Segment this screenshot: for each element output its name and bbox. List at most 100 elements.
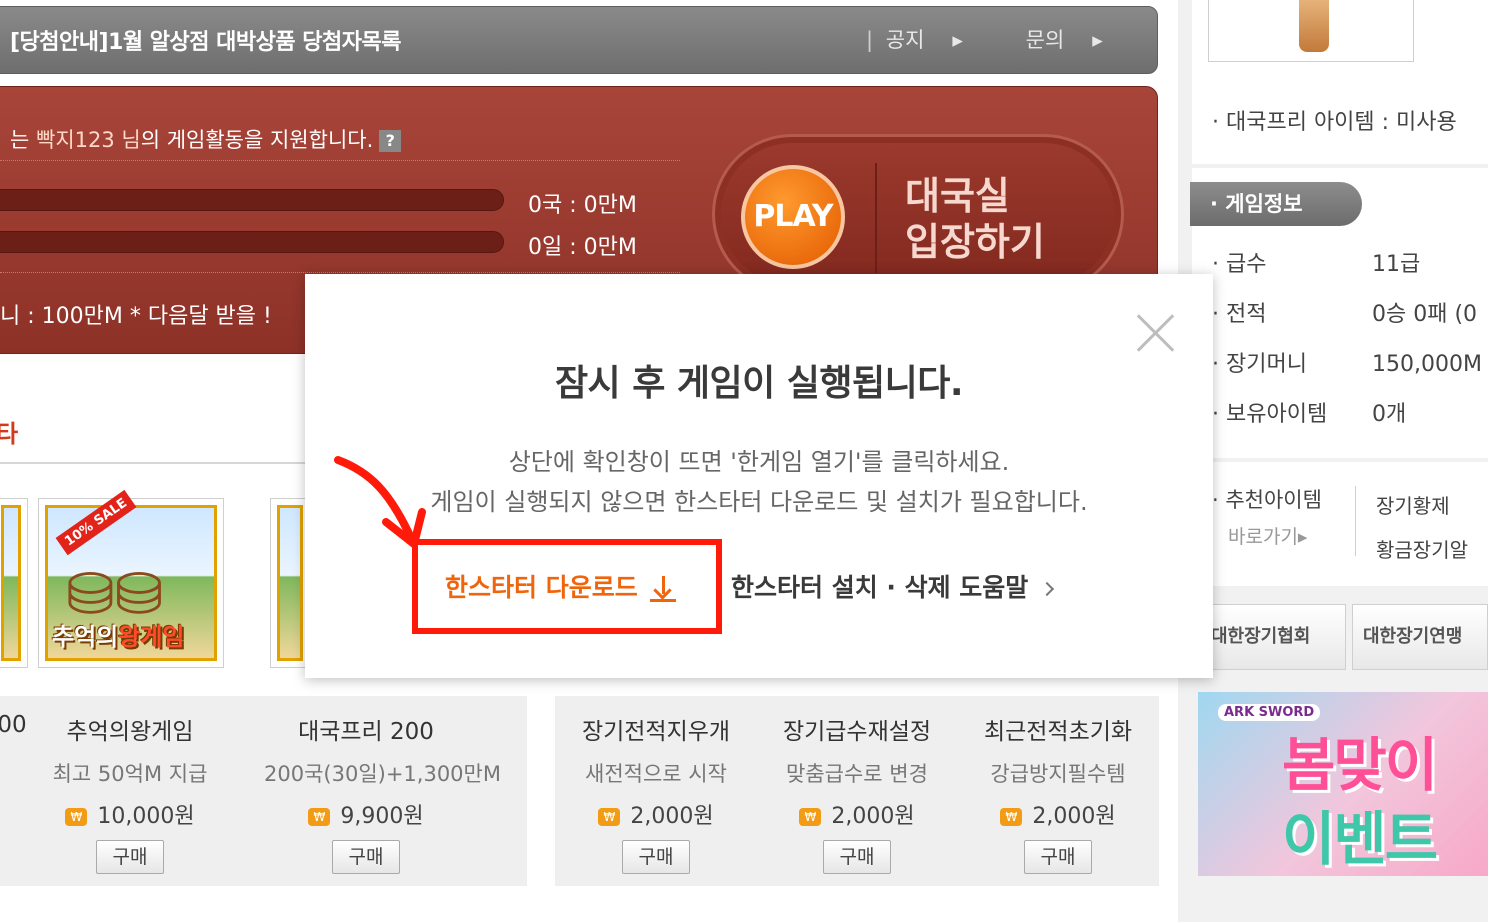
recommend-label: · 추천아이템: [1212, 488, 1322, 512]
play-divider: [875, 163, 877, 273]
product-thumbnail-memory-king[interactable]: 10% SALE ⛁⛁ 추억의왕게임: [38, 489, 224, 668]
support-text: 의 게임활동을 지원합니다.: [140, 128, 374, 152]
product-price: ₩2,000원: [556, 798, 756, 830]
play-label-line2: 입장하기: [905, 220, 1045, 264]
recommend-divider: [1355, 486, 1356, 556]
support-prefix: 는: [10, 128, 36, 152]
product-price-value: 10,000원: [97, 804, 195, 829]
thumbnail-image: [277, 505, 303, 661]
avatar-figure: [1299, 0, 1329, 52]
recommend-shortcut-link[interactable]: 바로가기▸: [1228, 522, 1307, 549]
info-row-record: · 전적 0승 0패 (0: [1212, 296, 1477, 328]
highlight-box: [412, 539, 722, 634]
chevron-right-icon: [1040, 581, 1055, 597]
info-key: · 급수: [1212, 252, 1267, 277]
product-card: 대국프리 200 200국(30일)+1,300만M ₩9,900원 구매: [264, 712, 501, 874]
recommend-items: 장기황제 황금장기알: [1376, 484, 1468, 572]
info-key: · 장기머니: [1212, 352, 1307, 377]
hanstarter-help-link[interactable]: 한스타터 설치 · 삭제 도움말: [731, 568, 1055, 604]
buy-button[interactable]: 구매: [1024, 840, 1092, 874]
section-title: 타: [0, 420, 19, 448]
modal-description-line1: 상단에 확인창이 뜨면 '한게임 열기'를 클릭하세요.: [508, 448, 1010, 476]
notice-headline[interactable]: [당첨안내]1월 알상점 대박상품 당첨자목록: [10, 24, 401, 56]
product-name: 대국프리 200: [298, 719, 434, 745]
buy-button[interactable]: 구매: [96, 840, 164, 874]
info-value: 0승 0패 (0: [1372, 302, 1478, 327]
product-price-value: 2,000원: [630, 804, 714, 829]
product-card: 추억의왕게임 최고 50억M 지급 ₩10,000원 구매: [30, 712, 230, 874]
money-info: 니 : 100만M * 다음달 받을 !: [0, 304, 272, 329]
event-banner[interactable]: ARK SWORD 봄맞이 이벤트: [1198, 692, 1488, 876]
pointer-arrow-icon: [334, 456, 426, 548]
sale-badge: 10% SALE: [55, 489, 137, 556]
info-row-grade: · 급수 11급: [1212, 246, 1420, 278]
thumbnail-title-a: 추억의: [52, 623, 119, 651]
play-label: 대국실 입장하기: [905, 173, 1045, 265]
product-card: 장기전적지우개 새전적으로 시작 ₩2,000원 구매: [556, 712, 756, 874]
progress-bar-games: [0, 189, 504, 211]
free-item-status: · 대국프리 아이템 : 미사용: [1212, 110, 1457, 135]
product-desc: 강급방지필수템: [990, 762, 1126, 786]
product-desc: 맞춤급수로 변경: [786, 762, 928, 786]
help-icon[interactable]: ?: [379, 130, 402, 152]
product-price: ₩10,000원: [30, 798, 230, 830]
thumbnail-image: [1, 505, 21, 661]
product-price-value: 9,900원: [340, 804, 424, 829]
inquiry-link-text: 문의: [1025, 28, 1065, 52]
won-icon: ₩: [799, 808, 822, 826]
buy-button[interactable]: 구매: [332, 840, 400, 874]
product-price-value: 2,000원: [831, 804, 915, 829]
product-price: ₩2,000원: [757, 798, 957, 830]
product-desc: 최고 50억M 지급: [52, 762, 208, 786]
buy-button[interactable]: 구매: [622, 840, 690, 874]
product-name: 장기전적지우개: [581, 719, 731, 745]
thumbnail-title-b: 왕게임: [118, 623, 185, 651]
association-button[interactable]: 대한장기협회: [1200, 604, 1346, 670]
help-label: 한스타터 설치 · 삭제 도움말: [731, 573, 1029, 602]
notice-links: | 공지 ▸ 문의 ▸: [866, 24, 1159, 54]
federation-button[interactable]: 대한장기연맹: [1352, 604, 1488, 670]
recommend-item[interactable]: 장기황제: [1376, 484, 1468, 528]
product-price: ₩9,900원: [264, 798, 468, 830]
product-card: 장기급수재설정 맞춤급수로 변경 ₩2,000원 구매: [757, 712, 957, 874]
product-desc: 새전적으로 시작: [585, 762, 727, 786]
info-row-money: · 장기머니 150,000M: [1212, 346, 1482, 378]
banner-title-line1: 봄맞이: [1282, 731, 1438, 799]
divider: [0, 272, 680, 273]
recommend-item[interactable]: 황금장기알: [1376, 528, 1468, 572]
product-desc: 200국(30일)+1,300만M: [264, 762, 501, 786]
won-icon: ₩: [1000, 808, 1023, 826]
product-card: 최근전적초기화 강급방지필수템 ₩2,000원 구매: [958, 712, 1158, 874]
avatar: [1208, 0, 1414, 62]
notice-link-text: 공지: [885, 28, 925, 52]
product-price-value: 2,000원: [1032, 804, 1116, 829]
games-value: 0국 : 0만M: [528, 193, 637, 218]
buy-button[interactable]: 구매: [823, 840, 891, 874]
inquiry-arrow-icon: ▸: [1092, 28, 1103, 52]
progress-bar-days: [0, 231, 504, 253]
info-value: 11급: [1372, 252, 1421, 277]
close-icon[interactable]: [1135, 312, 1175, 352]
play-icon: PLAY: [741, 165, 845, 269]
won-icon: ₩: [65, 808, 88, 826]
product-thumbnail[interactable]: [0, 498, 28, 668]
info-value: 150,000M: [1372, 352, 1482, 377]
product-name: 장기급수재설정: [782, 719, 932, 745]
play-label-line1: 대국실: [905, 174, 1010, 218]
play-enter-button[interactable]: PLAY 대국실 입장하기: [712, 134, 1124, 294]
modal-title: 잠시 후 게임이 실행됩니다.: [554, 363, 964, 404]
inquiry-link-label[interactable]: 문의 ▸: [1026, 28, 1131, 52]
product-thumbnail[interactable]: [270, 498, 310, 668]
product-name: 추억의왕게임: [66, 719, 194, 745]
won-icon: ₩: [598, 808, 621, 826]
nickname: 빡지123 님: [36, 128, 141, 152]
days-value: 0일 : 0만M: [528, 235, 637, 260]
support-message: 는 빡지123 님의 게임활동을 지원합니다.?: [10, 124, 402, 154]
product-price: ₩2,000원: [958, 798, 1158, 830]
notice-link-label[interactable]: 공지 ▸: [886, 28, 991, 52]
divider: [0, 160, 680, 161]
info-value: 0개: [1372, 402, 1407, 427]
product-name: 최근전적초기화: [983, 719, 1133, 745]
modal-description-line2: 게임이 실행되지 않으면 한스타터 다운로드 및 설치가 필요합니다.: [430, 488, 1088, 516]
info-row-items: · 보유아이템 0개: [1212, 396, 1406, 428]
